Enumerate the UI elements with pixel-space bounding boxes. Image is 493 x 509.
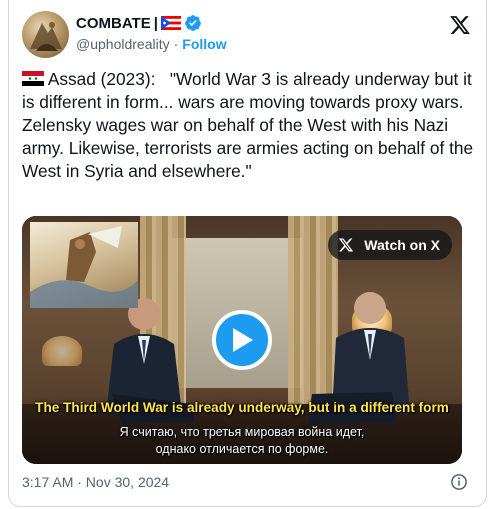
avatar-image bbox=[30, 22, 62, 51]
watch-label: Watch on X bbox=[364, 237, 440, 253]
caption-russian-line-2: однако отличается по форме. bbox=[155, 442, 329, 456]
video-player[interactable]: Watch on X The Third World War is alread… bbox=[22, 216, 462, 464]
handle-row: @upholdreality · Follow bbox=[76, 36, 227, 52]
follow-button[interactable]: Follow bbox=[182, 36, 226, 52]
play-button[interactable] bbox=[212, 310, 272, 370]
caption-russian-line-1: Я считаю, что третья мировая война идет, bbox=[119, 425, 365, 439]
lamp-left bbox=[42, 336, 82, 366]
name-row[interactable]: COMBATE | bbox=[76, 14, 202, 32]
verified-badge-icon bbox=[185, 15, 201, 31]
syria-flag-icon bbox=[22, 71, 44, 86]
play-icon bbox=[233, 328, 253, 352]
tweet-text: Assad (2023): "World War 3 is already un… bbox=[22, 68, 474, 183]
handle[interactable]: @upholdreality bbox=[76, 36, 170, 52]
display-name[interactable]: COMBATE bbox=[76, 15, 151, 32]
timestamp[interactable]: 3:17 AM · Nov 30, 2024 bbox=[22, 474, 169, 490]
caption-russian: Я считаю, что третья мировая война идет,… bbox=[22, 424, 462, 458]
inset-artwork bbox=[30, 226, 138, 308]
x-logo-icon bbox=[339, 238, 354, 252]
x-logo-icon[interactable] bbox=[449, 14, 471, 36]
inset-image bbox=[30, 222, 138, 308]
separator-dot: · bbox=[173, 36, 179, 52]
puerto-rico-flag-icon bbox=[160, 16, 181, 30]
info-icon[interactable] bbox=[450, 473, 468, 491]
tweet-body: Assad (2023): "World War 3 is already un… bbox=[22, 69, 478, 181]
avatar[interactable] bbox=[22, 11, 69, 58]
watch-on-x-button[interactable]: Watch on X bbox=[328, 230, 452, 260]
caption-english: The Third World War is already underway,… bbox=[35, 400, 449, 415]
divider-bar-icon: | bbox=[153, 14, 158, 32]
